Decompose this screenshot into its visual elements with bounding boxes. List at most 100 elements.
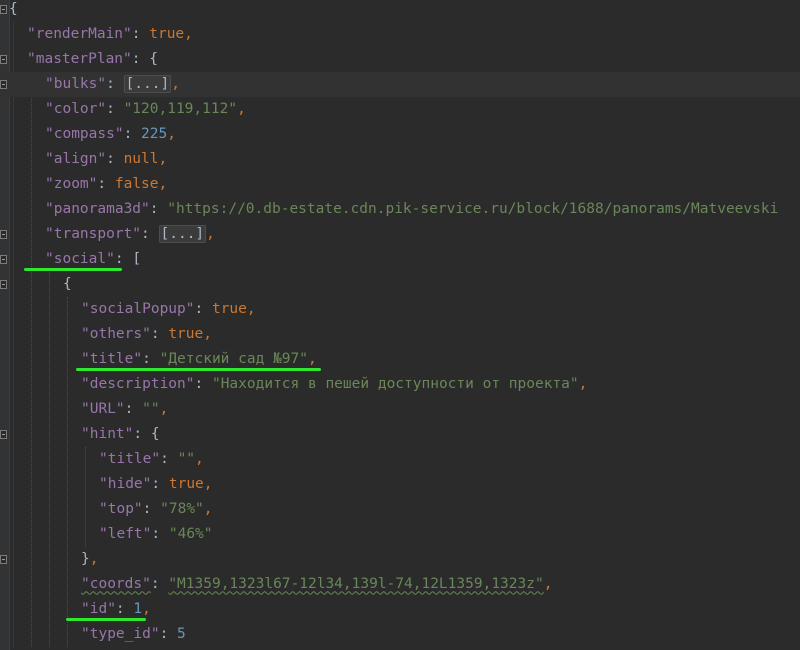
json-key: "socialPopup" — [81, 300, 195, 317]
code-line: "renderMain": true, — [0, 22, 800, 47]
json-token: : — [150, 325, 169, 342]
title-key-underline — [76, 367, 321, 371]
code-line: "bulks": [...], — [0, 71, 800, 97]
json-token: , — [246, 300, 256, 317]
json-key: "bulks" — [45, 75, 107, 92]
json-key: "align" — [45, 150, 107, 167]
json-token: , — [237, 100, 246, 117]
json-token: null — [123, 150, 159, 167]
json-token: "120,119,112" — [123, 100, 238, 117]
json-token: 225 — [141, 125, 168, 142]
code-line: "align": null, — [0, 147, 800, 172]
code-line: "compass": 225, — [0, 122, 800, 147]
code-line: "zoom": false, — [0, 172, 800, 197]
json-key: "title" — [99, 450, 161, 467]
json-key: "masterPlan" — [27, 50, 132, 67]
json-token: : — [106, 100, 124, 117]
json-token: true — [211, 300, 247, 317]
json-token: : — [142, 500, 161, 517]
json-token: false — [114, 175, 159, 192]
json-token: , — [89, 550, 99, 567]
json-token: : — [106, 150, 124, 167]
code-line: "panorama3d": "https://0.db-estate.cdn.p… — [0, 197, 800, 222]
json-token: , — [203, 475, 213, 492]
json-token: : — [123, 125, 142, 142]
json-token: : — [131, 25, 150, 42]
json-token: : — [106, 75, 124, 92]
json-token: : — [133, 425, 151, 442]
code-line: "description": "Находится в пешей доступ… — [0, 372, 800, 397]
fold-toggle-icon[interactable] — [0, 554, 7, 564]
json-key: "hide" — [99, 475, 152, 492]
json-key: "panorama3d" — [45, 200, 150, 217]
json-token: , — [171, 75, 180, 92]
json-key: "type_id" — [81, 625, 160, 642]
json-token: : — [97, 175, 115, 192]
json-token: , — [167, 125, 176, 142]
json-token: , — [184, 25, 193, 42]
code-line: "socialPopup": true, — [0, 297, 800, 322]
json-token: : — [131, 50, 150, 67]
json-token: "" — [142, 400, 160, 417]
json-token: : — [150, 575, 169, 592]
json-token: : — [160, 450, 178, 467]
json-token: , — [195, 450, 204, 467]
folded-region[interactable]: [...] — [123, 74, 172, 93]
json-key: "id" — [81, 600, 116, 617]
json-key: "compass" — [45, 125, 124, 142]
json-key: "left" — [99, 525, 152, 542]
json-key: "zoom" — [45, 175, 98, 192]
code-line: "hide": true, — [0, 472, 800, 497]
fold-toggle-icon[interactable] — [0, 429, 7, 439]
fold-toggle-icon[interactable] — [0, 4, 7, 14]
fold-toggle-icon[interactable] — [0, 54, 7, 64]
code-line: { — [0, 272, 800, 297]
json-token: true — [168, 325, 204, 342]
json-token: , — [203, 325, 212, 342]
id-key-underline — [66, 617, 146, 621]
json-token: : — [115, 600, 134, 617]
json-token: true — [168, 475, 204, 492]
json-token: true — [149, 25, 185, 42]
json-token: : — [142, 350, 160, 367]
json-token: , — [543, 575, 553, 592]
json-token: } — [81, 550, 90, 567]
code-line: "left": "46%" — [0, 522, 800, 547]
json-token: "Находится в пешей доступности от проект… — [211, 375, 579, 392]
json-token: , — [159, 400, 169, 417]
json-token: : — [151, 525, 169, 542]
fold-toggle-icon[interactable] — [0, 254, 7, 264]
fold-toggle-icon[interactable] — [0, 229, 7, 239]
json-token: , — [206, 225, 215, 242]
json-key: "description" — [81, 375, 195, 392]
code-line: "masterPlan": { — [0, 47, 800, 72]
json-key: "color" — [45, 100, 107, 117]
code-line: "type_id": 5 — [0, 622, 800, 647]
json-key: "others" — [81, 325, 151, 342]
code-editor[interactable]: {"renderMain": true, "masterPlan": {"bulk… — [0, 0, 800, 650]
code-line: "top": "78%", — [0, 497, 800, 522]
json-token: , — [578, 375, 588, 392]
json-key: "renderMain" — [27, 25, 132, 42]
json-token: { — [150, 425, 160, 442]
code-line: "hint": { — [0, 422, 800, 447]
fold-toggle-icon[interactable] — [0, 79, 7, 89]
json-key: "social" — [45, 250, 115, 267]
code-line: "title": "", — [0, 447, 800, 472]
code-line: }, — [0, 547, 800, 572]
json-token: "78%" — [160, 500, 204, 517]
json-token: "Детский сад №97" — [159, 350, 308, 367]
folded-region[interactable]: [...] — [158, 224, 207, 243]
json-token: : — [149, 200, 168, 217]
code-line: "others": true, — [0, 322, 800, 347]
json-token: : — [194, 300, 212, 317]
json-token: 5 — [177, 625, 186, 642]
fold-toggle-icon[interactable] — [0, 279, 7, 289]
json-token: : — [159, 625, 178, 642]
code-line: "coords": "M1359,1323l67-12l34,139l-74,1… — [0, 572, 800, 597]
json-token: "https://0.db-estate.cdn.pik-service.ru/… — [167, 200, 779, 217]
code-line: "URL": "", — [0, 397, 800, 422]
json-token: "M1359,1323l67-12l34,139l-74,12L1359,132… — [168, 575, 544, 592]
json-token: : — [124, 400, 143, 417]
json-token: , — [158, 150, 168, 167]
